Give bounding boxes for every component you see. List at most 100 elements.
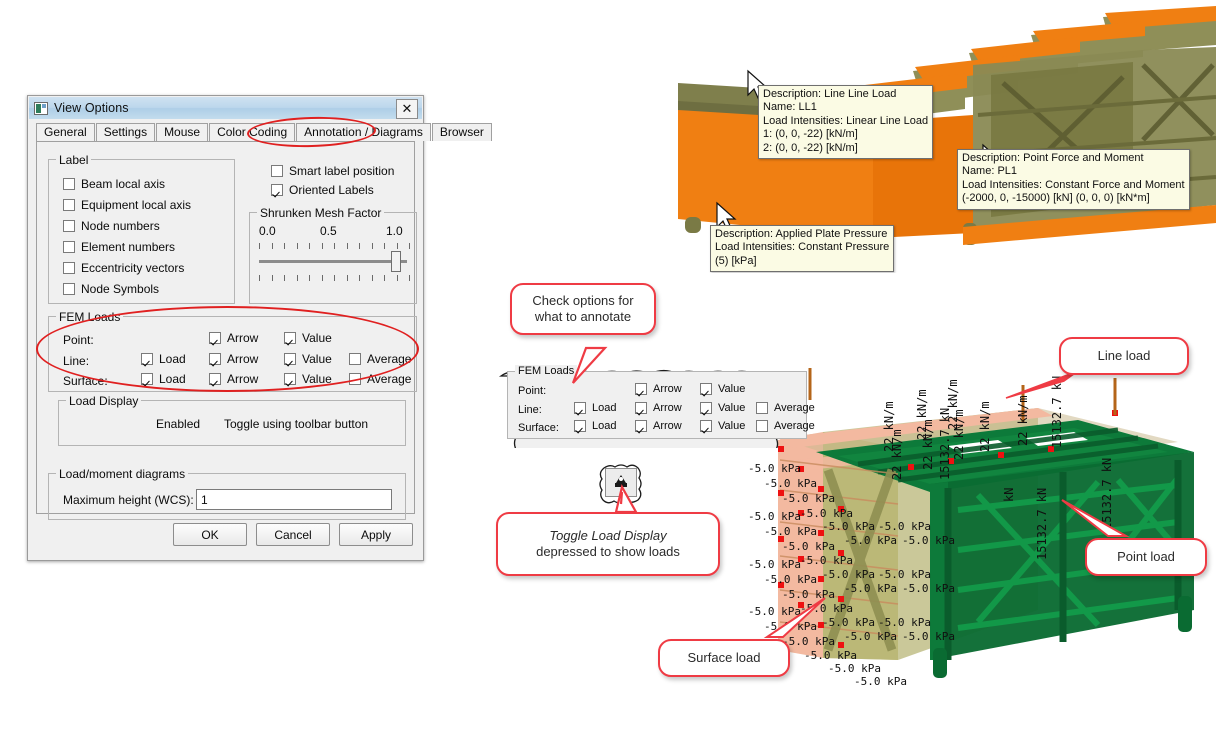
checkbox-box[interactable] — [63, 283, 75, 295]
cutout-checkbox-line-arrow[interactable]: Arrow — [635, 402, 682, 414]
checkbox-node-symbols[interactable]: Node Symbols — [63, 282, 159, 296]
checkbox-box[interactable] — [635, 383, 647, 395]
cutout-checkbox-line-average[interactable]: Average — [756, 402, 815, 414]
checkbox-point-arrow[interactable]: Arrow — [209, 331, 258, 345]
model-label-line-8: 22 kN/m — [1016, 395, 1030, 446]
checkbox-surface-arrow[interactable]: Arrow — [209, 372, 258, 386]
checkbox-box[interactable] — [349, 373, 361, 385]
tab-browser[interactable]: Browser — [431, 123, 492, 141]
checkbox-surface-value[interactable]: Value — [284, 372, 332, 386]
cutout-checkbox-surface-arrow[interactable]: Arrow — [635, 420, 682, 432]
cutout-checkbox-surface-average[interactable]: Average — [756, 420, 815, 432]
checkbox-box[interactable] — [63, 241, 75, 253]
cutout-checkbox-surface-load[interactable]: Load — [574, 420, 616, 432]
cutout-checkbox-surface-value[interactable]: Value — [700, 420, 745, 432]
model-label-surface-26: -5.0 kPa — [902, 534, 955, 547]
fem-loads-group: FEM Loads Point: Arrow Value Line: Load … — [48, 310, 417, 392]
tab-annotation-diagrams[interactable]: Annotation / Diagrams — [296, 123, 431, 141]
tab-general[interactable]: General — [36, 123, 95, 141]
cutout-checkbox-line-value[interactable]: Value — [700, 402, 745, 414]
tab-color-coding[interactable]: Color Coding — [209, 123, 296, 141]
checkbox-box[interactable] — [63, 199, 75, 211]
checkbox-equipment-local-axis[interactable]: Equipment local axis — [63, 198, 191, 212]
fem-row-label-surface: Surface: — [63, 374, 108, 388]
ok-button[interactable]: OK — [173, 523, 247, 546]
checkbox-node-numbers[interactable]: Node numbers — [63, 219, 160, 233]
callout-toggle-load-display: Toggle Load Display depressed to show lo… — [496, 512, 720, 576]
checkbox-box[interactable] — [209, 373, 221, 385]
maximum-height-input[interactable]: 1 — [196, 489, 392, 510]
checkbox-box[interactable] — [209, 353, 221, 365]
apply-button[interactable]: Apply — [339, 523, 413, 546]
checkbox-box[interactable] — [209, 332, 221, 344]
cutout-checkbox-point-value[interactable]: Value — [700, 383, 745, 395]
fem-row-label-point: Point: — [63, 333, 94, 347]
tooltip-line-1: Name: PL1 — [962, 165, 1018, 178]
checkbox-point-value[interactable]: Value — [284, 331, 332, 345]
tooltip-line-2: (5) [kPa] — [715, 254, 757, 267]
checkbox-oriented-labels[interactable]: Oriented Labels — [271, 183, 374, 197]
checkbox-box[interactable] — [271, 165, 283, 177]
checkbox-box[interactable] — [141, 373, 153, 385]
checkbox-box[interactable] — [284, 373, 296, 385]
model-label-surface-27: -5.0 kPa — [878, 568, 931, 581]
tooltip-line-4: 2: (0, 0, -22) [kN/m] — [763, 141, 858, 154]
model-label-surface-10: -5.0 kPa — [800, 554, 853, 567]
checkbox-box[interactable] — [700, 402, 712, 414]
checkbox-eccentricity-vectors[interactable]: Eccentricity vectors — [63, 261, 184, 275]
shrunken-mesh-mid-label: 0.5 — [320, 224, 337, 238]
model-label-surface-11: -5.0 kPa — [822, 568, 875, 581]
model-label-surface-25: -5.0 kPa — [878, 520, 931, 533]
model-label-surface-21: -5.0 kPa — [782, 635, 835, 648]
checkbox-box[interactable] — [63, 262, 75, 274]
checkbox-box[interactable] — [700, 420, 712, 432]
checkbox-box[interactable] — [635, 420, 647, 432]
slider-track[interactable] — [259, 260, 407, 263]
shrunken-mesh-slider-thumb[interactable] — [391, 251, 401, 272]
slider-ticks-top — [259, 243, 410, 249]
checkbox-box[interactable] — [284, 353, 296, 365]
model-label-surface-5: -5.0 kPa — [822, 520, 875, 533]
tooltip-line-0: Description: Line Line Load — [763, 88, 897, 100]
tab-settings[interactable]: Settings — [95, 123, 156, 141]
cutout-checkbox-line-load[interactable]: Load — [574, 402, 616, 414]
model-label-surface-30: -5.0 kPa — [902, 630, 955, 643]
checkbox-line-arrow[interactable]: Arrow — [209, 352, 258, 366]
dialog-titlebar[interactable]: View Options ✕ — [29, 97, 422, 119]
checkbox-element-numbers[interactable]: Element numbers — [63, 240, 175, 254]
checkbox-box[interactable] — [349, 353, 361, 365]
checkbox-box[interactable] — [63, 220, 75, 232]
shrunken-mesh-title: Shrunken Mesh Factor — [257, 206, 385, 220]
model-label-point-3: 15132.7 kN — [1035, 487, 1049, 560]
model-label-surface-3: -5.0 kPa — [782, 492, 835, 505]
checkbox-surface-average[interactable]: Average — [349, 372, 411, 386]
checkbox-line-value[interactable]: Value — [284, 352, 332, 366]
tab-mouse[interactable]: Mouse — [156, 123, 209, 141]
checkbox-box[interactable] — [574, 402, 586, 414]
close-icon[interactable]: ✕ — [396, 99, 418, 119]
tooltip-line-3: 1: (0, 0, -22) [kN/m] — [763, 128, 858, 141]
checkbox-box[interactable] — [141, 353, 153, 365]
checkbox-surface-load[interactable]: Load — [141, 372, 186, 386]
model-label-surface-22: -5.0 kPa — [804, 649, 857, 662]
checkbox-box[interactable] — [574, 420, 586, 432]
checkbox-line-load[interactable]: Load — [141, 352, 186, 366]
checkbox-box[interactable] — [700, 383, 712, 395]
checkbox-label: Node Symbols — [81, 282, 160, 296]
checkbox-beam-local-axis[interactable]: Beam local axis — [63, 177, 165, 191]
checkbox-line-average[interactable]: Average — [349, 352, 411, 366]
checkbox-box[interactable] — [756, 402, 768, 414]
checkbox-box[interactable] — [271, 184, 283, 196]
cancel-button[interactable]: Cancel — [256, 523, 330, 546]
toggle-load-display-toolbar-button[interactable] — [598, 462, 644, 504]
checkbox-box[interactable] — [284, 332, 296, 344]
model-label-line-7: 22 kN/m — [978, 401, 992, 452]
checkbox-smart-label-position[interactable]: Smart label position — [271, 164, 394, 178]
toolbar-button-face[interactable] — [605, 468, 637, 497]
checkbox-box[interactable] — [63, 178, 75, 190]
tooltip-line-1: Name: LL1 — [763, 101, 817, 114]
cutout-checkbox-point-arrow[interactable]: Arrow — [635, 383, 682, 395]
load-display-title: Load Display — [66, 394, 142, 408]
checkbox-box[interactable] — [635, 402, 647, 414]
checkbox-box[interactable] — [756, 420, 768, 432]
